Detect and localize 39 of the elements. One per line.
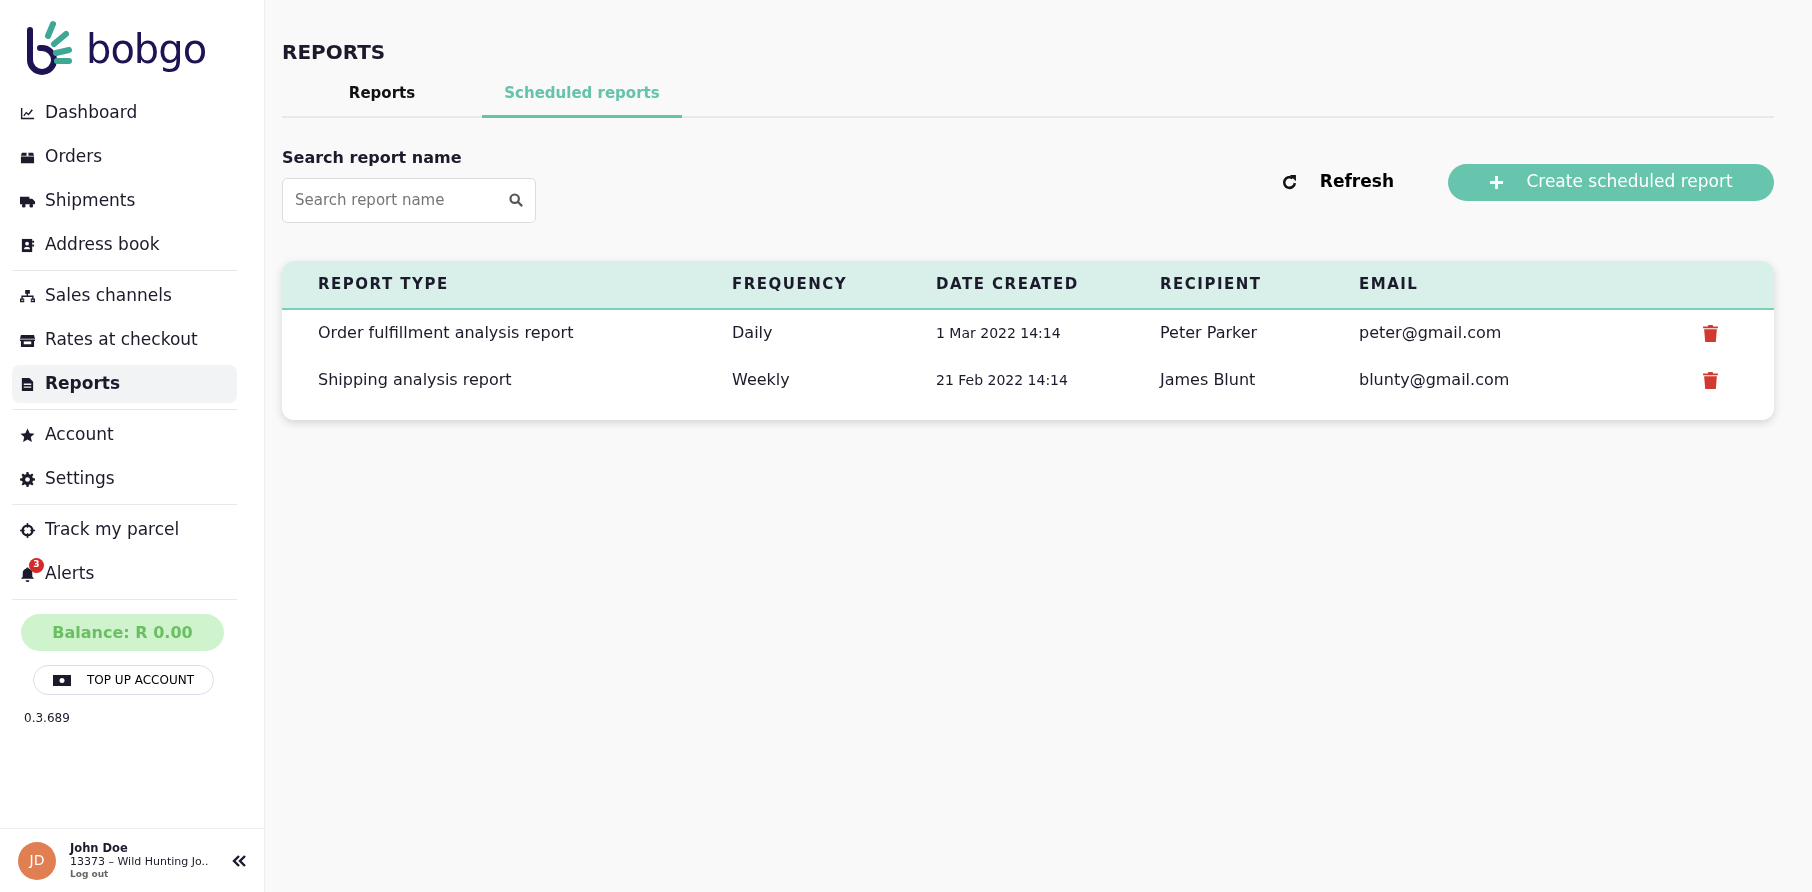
page-title: REPORTS — [282, 40, 387, 64]
sidebar-item[interactable]: Address book — [12, 226, 237, 264]
column-header: REPORT TYPE — [318, 273, 450, 295]
column-header: FREQUENCY — [732, 273, 849, 295]
user-name: John Doe — [70, 841, 129, 856]
sidebar-item[interactable]: 3 Alerts — [12, 555, 237, 593]
refresh-button[interactable]: Refresh — [1274, 168, 1400, 196]
column-header: EMAIL — [1359, 273, 1420, 295]
sidebar-item[interactable]: Track my parcel — [12, 511, 237, 549]
sidebar-item[interactable]: Dashboard — [12, 94, 237, 132]
column-header: DATE CREATED — [936, 273, 1080, 295]
table-cell-text: Daily — [732, 322, 774, 344]
table-cell-text: Order fulfillment analysis report — [318, 322, 575, 344]
table-cell-text: James Blunt — [1160, 369, 1257, 391]
search-label: Search report name — [282, 146, 463, 169]
top-up-button[interactable]: TOP UP ACCOUNT — [33, 665, 214, 695]
search-field[interactable]: Search report name — [282, 177, 536, 223]
balance-pill: Balance: R 0.00 — [21, 614, 224, 651]
sidebar-item[interactable]: Orders — [12, 138, 237, 176]
sidebar-item[interactable]: Rates at checkout — [12, 321, 237, 359]
column-header: RECIPIENT — [1160, 273, 1263, 295]
table-cell-text: 1 Mar 2022 14:14 — [936, 323, 1062, 343]
table-cell-text: blunty@gmail.com — [1359, 369, 1511, 391]
sidebar-item[interactable]: Settings — [12, 460, 237, 498]
logout-link[interactable]: Log out — [70, 868, 218, 880]
notification-badge: 3 — [29, 557, 44, 573]
account-name: 13373 – Wild Hunting Jo.. — [70, 855, 210, 869]
avatar-circle: JD — [18, 841, 56, 880]
table-cell-text: peter@gmail.com — [1359, 322, 1503, 344]
sidebar-item[interactable]: Account — [12, 416, 237, 454]
table-cell-text: Shipping analysis report — [318, 369, 513, 391]
sidebar-item[interactable]: Reports — [12, 365, 237, 403]
tab[interactable]: Reports — [282, 74, 482, 118]
table-cell-text: Peter Parker — [1160, 322, 1259, 344]
table-cell-text: 21 Feb 2022 14:14 — [936, 370, 1069, 390]
version-text: 0.3.689 — [24, 710, 71, 727]
table-cell-text: Weekly — [732, 369, 791, 391]
sidebar-item[interactable]: Shipments — [12, 182, 237, 220]
sidebar-item[interactable]: Sales channels — [12, 277, 237, 315]
